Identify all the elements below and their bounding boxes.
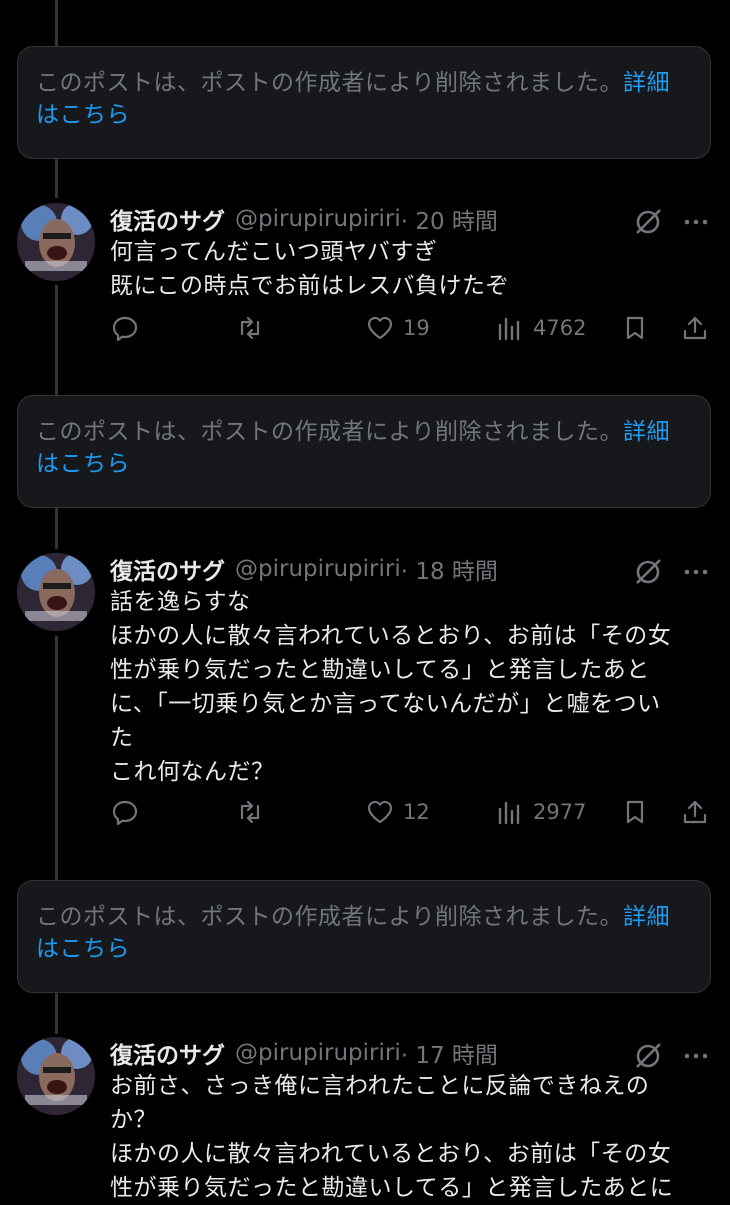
repost-button[interactable] — [235, 797, 265, 827]
thread-line — [55, 636, 58, 880]
post-header: 復活のサグ @pirupirupiriri · 18 時間 — [110, 553, 498, 585]
post-line: に、「一切乗り気とか言ってないんだが」と嘘をつい — [110, 691, 661, 717]
bookmark-icon — [626, 800, 644, 824]
deleted-post-notice: このポストは、ポストの作成者により削除されました。詳細はこちら — [17, 880, 711, 993]
views-button[interactable]: 4762 — [495, 313, 586, 343]
share-icon — [683, 316, 707, 340]
like-count: 12 — [403, 800, 430, 824]
post-line: ほかの人に散々言われているとおり、お前は「その女 — [110, 623, 672, 649]
bookmark-button[interactable] — [620, 313, 650, 343]
reply-icon — [112, 316, 138, 342]
grok-icon[interactable] — [633, 1041, 663, 1071]
more-icon[interactable] — [681, 207, 711, 237]
grok-icon[interactable] — [633, 207, 663, 237]
reply-icon — [112, 800, 138, 826]
post-header: 復活のサグ @pirupirupiriri · 20 時間 — [110, 203, 498, 235]
post-line: 性が乗り気だったと勘違いしてる」と発言したあと — [110, 657, 650, 683]
more-icon[interactable] — [681, 1041, 711, 1071]
view-count: 2977 — [533, 800, 587, 824]
author-name[interactable]: 復活のサグ — [110, 552, 225, 586]
post-time[interactable]: · 17 時間 — [401, 1036, 498, 1070]
deleted-post-notice: このポストは、ポストの作成者により削除されました。詳細はこちら — [17, 46, 711, 159]
post-text: お前さ、さっき俺に言われたことに反論できねえの か？ ほかの人に散々言われている… — [110, 1069, 710, 1205]
post-line: か？ — [110, 1107, 157, 1133]
heart-icon — [367, 316, 393, 340]
post-line: 何言ってんだこいつ頭ヤバすぎ — [110, 239, 438, 265]
like-button[interactable]: 12 — [365, 797, 430, 827]
author-name[interactable]: 復活のサグ — [110, 1036, 225, 1070]
post-header: 復活のサグ @pirupirupiriri · 17 時間 — [110, 1037, 498, 1069]
deleted-notice-text: このポストは、ポストの作成者により削除されました。 — [36, 419, 624, 445]
grok-icon[interactable] — [633, 557, 663, 587]
avatar[interactable] — [17, 553, 95, 631]
more-icon[interactable] — [681, 557, 711, 587]
like-button[interactable]: 19 — [365, 313, 430, 343]
repost-icon — [240, 316, 260, 340]
like-count: 19 — [403, 316, 430, 340]
share-button[interactable] — [680, 797, 710, 827]
action-bar: 19 4762 — [110, 313, 715, 349]
author-handle[interactable]: @pirupirupiriri — [235, 206, 401, 232]
post-text: 何言ってんだこいつ頭ヤバすぎ 既にこの時点でお前はレスバ負けたぞ — [110, 235, 710, 303]
deleted-notice-text: このポストは、ポストの作成者により削除されました。 — [36, 70, 624, 96]
author-handle[interactable]: @pirupirupiriri — [235, 556, 401, 582]
repost-button[interactable] — [235, 313, 265, 343]
post-text: 話を逸らすな ほかの人に散々言われているとおり、お前は「その女 性が乗り気だった… — [110, 585, 710, 789]
author-handle[interactable]: @pirupirupiriri — [235, 1040, 401, 1066]
post-line: お前さ、さっき俺に言われたことに反論できねえの — [110, 1073, 650, 1099]
avatar[interactable] — [17, 1037, 95, 1115]
deleted-notice-text: このポストは、ポストの作成者により削除されました。 — [36, 904, 624, 930]
post-line: 話を逸らすな — [110, 589, 251, 615]
repost-icon — [240, 800, 260, 824]
share-button[interactable] — [680, 313, 710, 343]
thread-line — [55, 285, 58, 395]
post-line: た — [110, 725, 134, 751]
heart-icon — [367, 800, 393, 824]
reply-button[interactable] — [110, 313, 140, 343]
post-time[interactable]: · 20 時間 — [401, 202, 498, 236]
thread-line — [55, 507, 58, 549]
action-bar: 12 2977 — [110, 797, 715, 833]
share-icon — [683, 800, 707, 824]
thread-line — [55, 0, 58, 46]
post-line: 既にこの時点でお前はレスバ負けたぞ — [110, 273, 510, 299]
thread-line — [55, 158, 58, 198]
bookmark-icon — [626, 316, 644, 340]
views-icon — [498, 801, 520, 825]
author-name[interactable]: 復活のサグ — [110, 202, 225, 236]
bookmark-button[interactable] — [620, 797, 650, 827]
thread-line — [55, 992, 58, 1034]
avatar[interactable] — [17, 203, 95, 281]
views-icon — [498, 317, 520, 341]
view-count: 4762 — [533, 316, 587, 340]
views-button[interactable]: 2977 — [495, 797, 586, 827]
post-line: ほかの人に散々言われているとおり、お前は「その女 — [110, 1141, 672, 1167]
post-time[interactable]: · 18 時間 — [401, 552, 498, 586]
reply-button[interactable] — [110, 797, 140, 827]
deleted-post-notice: このポストは、ポストの作成者により削除されました。詳細はこちら — [17, 395, 711, 508]
post-line: これ何なんだ？ — [110, 759, 275, 785]
